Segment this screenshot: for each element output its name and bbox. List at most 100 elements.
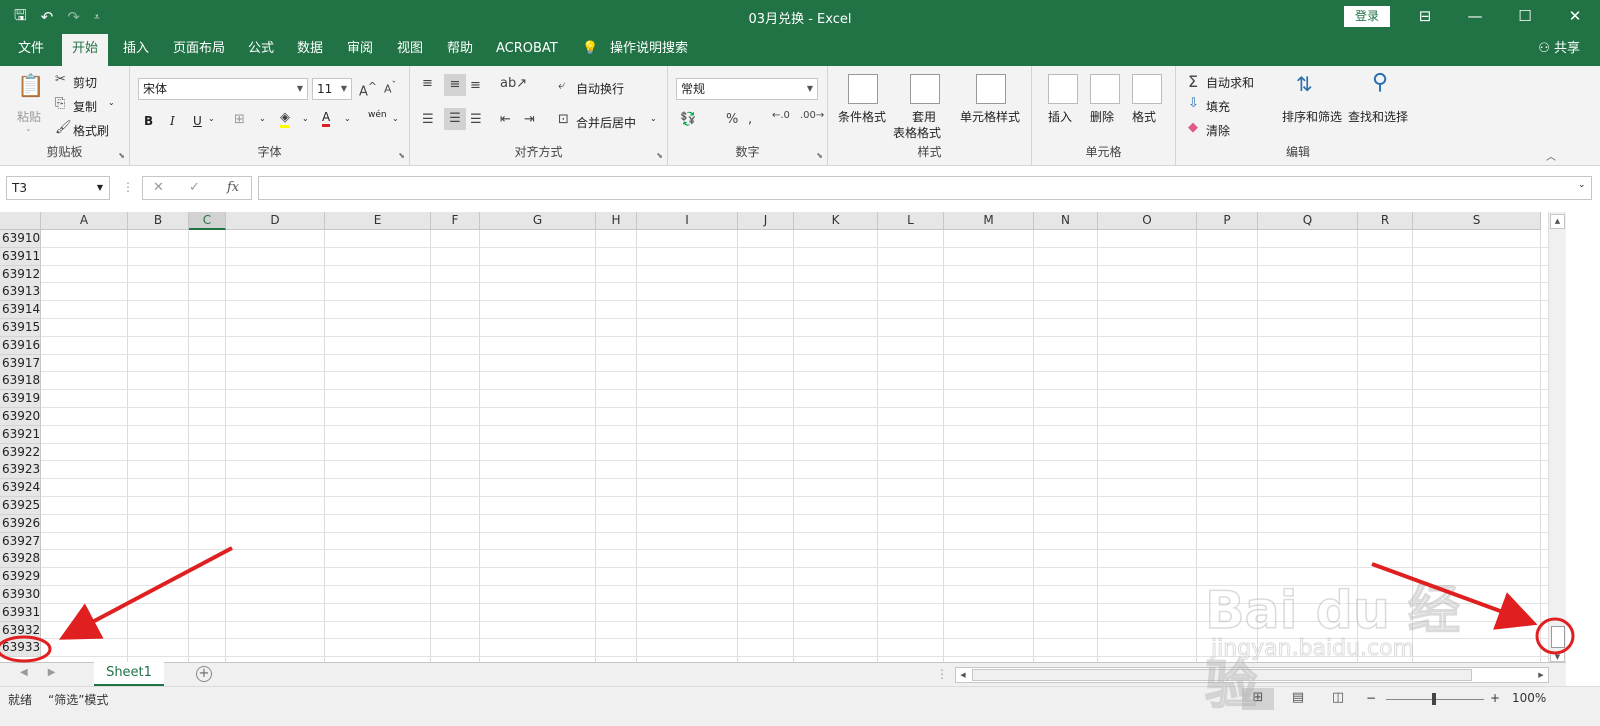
row-header-63916[interactable]: 63916 — [0, 336, 41, 355]
align-center-icon[interactable]: ☰ — [444, 108, 466, 130]
tell-me-search[interactable]: 操作说明搜索 — [610, 34, 688, 66]
tab-review[interactable]: 审阅 — [347, 34, 373, 66]
column-header-D[interactable]: D — [226, 212, 325, 230]
scroll-right-icon[interactable]: ▶ — [1534, 668, 1548, 682]
scroll-down-icon[interactable]: ▼ — [1550, 652, 1565, 662]
alignment-launcher-icon[interactable]: ⬊ — [656, 151, 663, 160]
table-format-line2[interactable]: 表格格式 — [893, 124, 941, 141]
cancel-icon[interactable]: ✕ — [153, 180, 164, 195]
clipboard-launcher-icon[interactable]: ⬊ — [118, 151, 125, 160]
enter-icon[interactable]: ✓ — [189, 180, 200, 195]
font-size-select[interactable]: 11 ▼ — [312, 78, 352, 100]
tab-file[interactable]: 文件 — [18, 34, 44, 66]
column-header-B[interactable]: B — [128, 212, 189, 230]
sheet-tab[interactable]: Sheet1 — [94, 662, 164, 686]
fill-color-icon[interactable]: ◈ — [280, 110, 290, 128]
tab-view[interactable]: 视图 — [397, 34, 423, 66]
column-header-O[interactable]: O — [1098, 212, 1197, 230]
increase-decimal-icon[interactable]: ←.0 — [772, 110, 790, 121]
ribbon-display-icon[interactable]: ⊟ — [1400, 0, 1450, 34]
column-header-G[interactable]: G — [480, 212, 596, 230]
fill-color-dropdown-icon[interactable]: ⌄ — [302, 114, 309, 123]
copy-dropdown-icon[interactable]: ⌄ — [108, 98, 115, 107]
table-format-line1[interactable]: 套用 — [912, 108, 936, 125]
align-left-icon[interactable]: ☰ — [422, 112, 434, 127]
copy-button[interactable]: 复制 — [73, 98, 97, 115]
row-header-63924[interactable]: 63924 — [0, 479, 41, 498]
column-header-J[interactable]: J — [738, 212, 794, 230]
phonetic-dropdown-icon[interactable]: ⌄ — [392, 114, 399, 123]
column-header-I[interactable]: I — [637, 212, 738, 230]
sheet-nav-arrows[interactable]: ◀▶ — [20, 667, 75, 678]
italic-button[interactable]: I — [170, 114, 175, 128]
column-header-E[interactable]: E — [325, 212, 431, 230]
column-header-Q[interactable]: Q — [1258, 212, 1358, 230]
column-header-C[interactable]: C — [189, 212, 226, 230]
align-middle-icon[interactable]: ≡ — [444, 74, 466, 96]
tab-insert[interactable]: 插入 — [123, 34, 149, 66]
merge-dropdown-icon[interactable]: ⌄ — [650, 114, 657, 123]
expand-formula-icon[interactable]: ⌄ — [1578, 180, 1586, 190]
vertical-scroll-thumb[interactable] — [1551, 626, 1565, 648]
add-sheet-icon[interactable]: + — [196, 666, 212, 682]
tab-page-layout[interactable]: 页面布局 — [173, 34, 225, 66]
row-header-63917[interactable]: 63917 — [0, 354, 41, 373]
border-dropdown-icon[interactable]: ⌄ — [259, 114, 266, 123]
paste-button[interactable]: 粘贴 — [17, 108, 41, 125]
row-header-63923[interactable]: 63923 — [0, 461, 41, 480]
insert-function-icon[interactable]: fx — [227, 180, 239, 195]
name-box[interactable]: T3 ▼ — [6, 176, 110, 200]
merge-center-button[interactable]: 合并后居中 — [576, 114, 636, 131]
conditional-format-button[interactable]: 条件格式 — [838, 108, 886, 125]
zoom-level[interactable]: 100% — [1512, 691, 1546, 705]
row-header-63932[interactable]: 63932 — [0, 621, 41, 640]
select-all-corner[interactable] — [0, 212, 41, 230]
increase-indent-icon[interactable]: ⇥ — [524, 112, 535, 127]
percent-icon[interactable]: % — [726, 112, 738, 127]
underline-dropdown-icon[interactable]: ⌄ — [208, 114, 215, 123]
row-header-63913[interactable]: 63913 — [0, 283, 41, 302]
decrease-indent-icon[interactable]: ⇤ — [500, 112, 511, 127]
column-header-H[interactable]: H — [596, 212, 637, 230]
scroll-left-icon[interactable]: ◀ — [956, 668, 970, 682]
border-icon[interactable]: ⊞ — [234, 112, 245, 127]
vertical-scrollbar[interactable]: ▲ ▼ — [1548, 212, 1566, 662]
share-button[interactable]: ⚇ 共享 — [1538, 34, 1580, 64]
tab-help[interactable]: 帮助 — [447, 34, 473, 66]
row-header-63931[interactable]: 63931 — [0, 603, 41, 622]
column-header-R[interactable]: R — [1358, 212, 1413, 230]
font-name-select[interactable]: 宋体 ▼ — [138, 78, 308, 100]
row-header-63910[interactable]: 63910 — [0, 230, 41, 248]
row-header-63918[interactable]: 63918 — [0, 372, 41, 391]
column-header-F[interactable]: F — [431, 212, 480, 230]
tab-acrobat[interactable]: ACROBAT — [496, 34, 558, 66]
scroll-up-icon[interactable]: ▲ — [1550, 214, 1565, 229]
column-header-P[interactable]: P — [1197, 212, 1258, 230]
row-header-63911[interactable]: 63911 — [0, 247, 41, 266]
comma-style-icon[interactable]: , — [748, 112, 752, 127]
format-cells-button[interactable]: 格式 — [1132, 108, 1156, 125]
decrease-decimal-icon[interactable]: .00→ — [800, 110, 824, 121]
collapse-ribbon-icon[interactable]: ︿ — [1546, 148, 1556, 163]
shrink-font-icon[interactable]: Aˇ — [384, 80, 396, 96]
row-header-63929[interactable]: 63929 — [0, 568, 41, 587]
cell-styles-button[interactable]: 单元格样式 — [960, 108, 1020, 125]
row-header-63914[interactable]: 63914 — [0, 301, 41, 320]
align-top-icon[interactable]: ≡ — [422, 76, 433, 91]
tab-split-grip-icon[interactable]: ⋮ — [936, 667, 948, 681]
format-painter-button[interactable]: 格式刷 — [73, 122, 109, 139]
number-format-select[interactable]: 常规 ▼ — [676, 78, 818, 100]
login-button[interactable]: 登录 — [1344, 6, 1390, 27]
bold-button[interactable]: B — [144, 114, 153, 128]
column-header-N[interactable]: N — [1034, 212, 1098, 230]
autosum-button[interactable]: 自动求和 — [1206, 74, 1254, 91]
row-header-63915[interactable]: 63915 — [0, 319, 41, 337]
row-header-63925[interactable]: 63925 — [0, 497, 41, 515]
minimize-icon[interactable]: — — [1450, 0, 1500, 34]
accounting-format-icon[interactable]: 💱 — [680, 112, 696, 127]
column-header-L[interactable]: L — [878, 212, 944, 230]
tab-data[interactable]: 数据 — [297, 34, 323, 66]
grow-font-icon[interactable]: A^ — [359, 80, 377, 99]
row-header-63920[interactable]: 63920 — [0, 408, 41, 426]
column-header-A[interactable]: A — [41, 212, 128, 230]
